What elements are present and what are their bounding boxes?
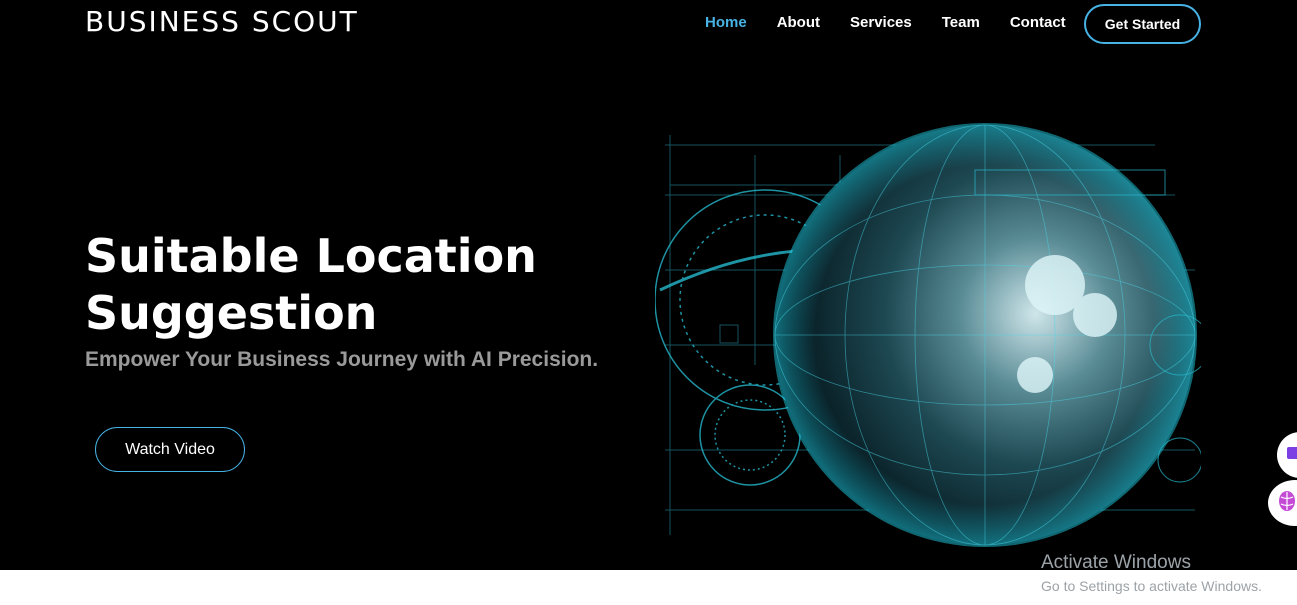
- brain-icon: [1278, 490, 1296, 516]
- watch-video-button[interactable]: Watch Video: [95, 427, 245, 472]
- nav-contact[interactable]: Contact: [995, 14, 1081, 31]
- digital-globe-illustration: [654, 115, 1211, 555]
- nav-services[interactable]: Services: [835, 14, 927, 31]
- get-started-button[interactable]: Get Started: [1084, 4, 1201, 44]
- nav-about[interactable]: About: [762, 14, 835, 31]
- activate-windows-title: Activate Windows: [1041, 552, 1191, 573]
- hero-title: Suitable Location Suggestion: [85, 229, 537, 340]
- nav-home[interactable]: Home: [690, 14, 762, 31]
- hero-subtitle: Empower Your Business Journey with AI Pr…: [85, 348, 599, 371]
- chat-bubble-icon: [1287, 446, 1297, 465]
- brand-logo[interactable]: BUSINESS SCOUT: [85, 5, 359, 38]
- nav-team[interactable]: Team: [927, 14, 995, 31]
- main-nav: Home About Services Team Contact: [690, 14, 1081, 31]
- activate-windows-watermark: Activate Windows Go to Settings to activ…: [1041, 552, 1262, 594]
- hero-section: BUSINESS SCOUT Home About Services Team …: [0, 0, 1297, 570]
- activate-windows-subtitle: Go to Settings to activate Windows.: [1041, 578, 1262, 594]
